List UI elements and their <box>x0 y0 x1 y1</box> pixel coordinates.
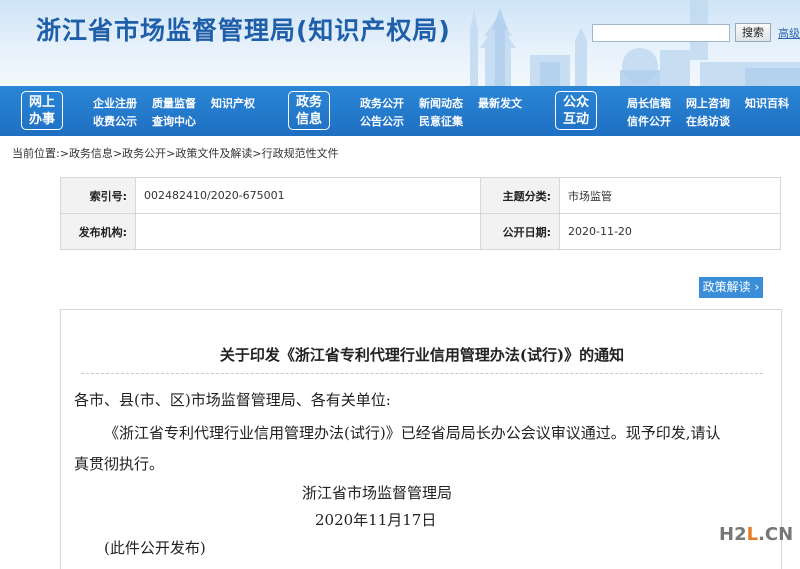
date-value: 2020-11-20 <box>559 213 781 250</box>
publisher-label: 发布机构: <box>60 213 136 250</box>
nav-link-quality-supervision[interactable]: 质量监督 <box>152 95 196 111</box>
nav-category-label-line1: 公众 <box>562 95 589 110</box>
document-signature: 浙江省市场监督管理局 <box>302 484 453 502</box>
watermark-part: H2 <box>719 524 747 545</box>
nav-category-online-service[interactable]: 网上 办事 <box>21 91 63 130</box>
nav-link-query-center[interactable]: 查询中心 <box>152 113 196 129</box>
nav-link-online-consultation[interactable]: 网上咨询 <box>686 95 730 111</box>
nav-link-public-opinion[interactable]: 民意征集 <box>419 113 463 129</box>
nav-link-knowledge-encyclopedia[interactable]: 知识百科 <box>745 95 789 111</box>
search-input[interactable] <box>592 24 730 42</box>
topic-value: 市场监管 <box>559 177 781 214</box>
nav-category-label-line2: 信息 <box>295 112 322 127</box>
site-header: 浙江省市场监督管理局(知识产权局) 搜索 高级 <box>0 0 800 86</box>
watermark-part: .CN <box>758 524 794 545</box>
breadcrumb-separator: > <box>252 147 262 160</box>
breadcrumb-separator: > <box>112 147 123 160</box>
document-paragraph-line: 《浙江省专利代理行业信用管理办法(试行)》已经省局局长办公会议审议通过。现予印发… <box>104 424 721 442</box>
nav-category-label-line2: 互动 <box>562 112 589 127</box>
site-watermark: H2L.CN <box>719 524 793 545</box>
breadcrumb-item[interactable]: 政策文件及解读 <box>175 147 252 160</box>
main-nav: 网上 办事 企业注册 质量监督 知识产权 收费公示 查询中心 政务 信息 政务公… <box>0 86 800 136</box>
nav-category-public-interaction[interactable]: 公众 互动 <box>555 91 597 130</box>
nav-link-news[interactable]: 新闻动态 <box>419 95 463 111</box>
nav-category-label-line2: 办事 <box>28 112 55 127</box>
document-date: 2020年11月17日 <box>315 511 437 529</box>
chevron-right-icon: › <box>754 280 760 294</box>
advanced-search-link[interactable]: 高级 <box>778 25 800 41</box>
policy-interpretation-label: 政策解读 <box>702 280 751 294</box>
nav-link-intellectual-property[interactable]: 知识产权 <box>211 95 255 111</box>
nav-link-announcements[interactable]: 公告公示 <box>360 113 404 129</box>
topic-label: 主题分类: <box>480 177 560 214</box>
meta-row: 发布机构: 公开日期: 2020-11-20 <box>60 213 781 250</box>
nav-category-government-info[interactable]: 政务 信息 <box>288 91 330 130</box>
breadcrumb-item[interactable]: 政务公开 <box>122 147 166 160</box>
breadcrumb-item[interactable]: 行政规范性文件 <box>262 147 339 160</box>
meta-row: 索引号: 002482410/2020-675001 主题分类: 市场监管 <box>60 177 781 214</box>
document-paragraph-line: 真贯彻执行。 <box>74 455 165 473</box>
date-label: 公开日期: <box>480 213 560 250</box>
breadcrumb-separator: > <box>166 147 176 160</box>
breadcrumb-item[interactable]: 政务信息 <box>69 147 113 160</box>
nav-link-fee-disclosure[interactable]: 收费公示 <box>93 113 137 129</box>
policy-interpretation-button[interactable]: 政策解读 › <box>699 277 763 298</box>
search-button[interactable]: 搜索 <box>735 23 771 42</box>
document-salutation: 各市、县(市、区)市场监督管理局、各有关单位: <box>74 391 391 409</box>
document-panel: 关于印发《浙江省专利代理行业信用管理办法(试行)》的通知 各市、县(市、区)市场… <box>60 309 782 569</box>
document-meta-table: 索引号: 002482410/2020-675001 主题分类: 市场监管 发布… <box>60 177 781 250</box>
nav-link-online-interview[interactable]: 在线访谈 <box>686 113 730 129</box>
nav-category-label-line1: 网上 <box>28 95 55 110</box>
document-title: 关于印发《浙江省专利代理行业信用管理办法(试行)》的通知 <box>219 346 625 364</box>
title-divider <box>81 373 763 374</box>
document-note: (此件公开发布) <box>104 539 206 557</box>
publisher-value <box>135 213 481 250</box>
breadcrumb: 当前位置:>政务信息>政务公开>政策文件及解读>行政规范性文件 <box>12 145 339 161</box>
nav-link-latest-documents[interactable]: 最新发文 <box>478 95 522 111</box>
breadcrumb-separator: > <box>59 147 69 160</box>
breadcrumb-prefix: 当前位置: <box>12 147 60 160</box>
nav-link-director-mailbox[interactable]: 局长信箱 <box>627 95 671 111</box>
nav-link-enterprise-registration[interactable]: 企业注册 <box>93 95 137 111</box>
watermark-part: L <box>746 524 759 545</box>
site-title: 浙江省市场监督管理局(知识产权局) <box>36 16 451 45</box>
nav-category-label-line1: 政务 <box>295 95 322 110</box>
nav-link-public-letters[interactable]: 信件公开 <box>627 113 671 129</box>
nav-link-government-openness[interactable]: 政务公开 <box>360 95 404 111</box>
index-label: 索引号: <box>60 177 136 214</box>
index-value: 002482410/2020-675001 <box>135 177 481 214</box>
